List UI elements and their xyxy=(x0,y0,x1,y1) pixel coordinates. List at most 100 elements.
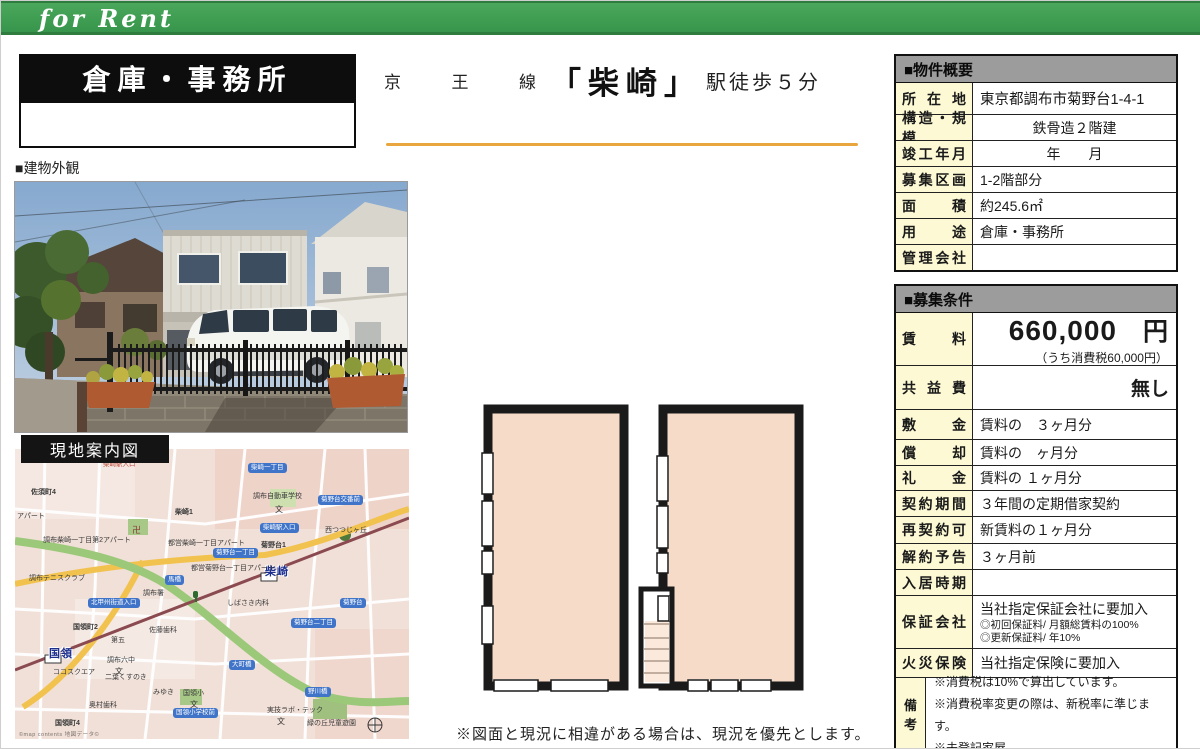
row-value: 賃料の ヶ月分 xyxy=(973,440,1176,465)
row-label: 募集区画 xyxy=(902,170,966,190)
guarantee-row: 保証会社 当社指定保証会社に要加入 ◎初回保証料/ 月額総賃料の100% ◎更新… xyxy=(896,596,1176,649)
row-value: 東京都調布市菊野台1-4-1 xyxy=(973,83,1176,114)
map-station-kokuryo: 国領 xyxy=(49,645,73,661)
school-mark-icon: 文 xyxy=(115,666,123,677)
map-pill: 菊野台 xyxy=(340,598,366,608)
table-row: 面積 約245.6㎡ xyxy=(896,193,1176,219)
row-value: 年 月 xyxy=(973,141,1176,166)
table-row: 敷金 賃料の ３ヶ月分 xyxy=(896,410,1176,440)
drawing-disclaimer: ※図面と現況に相違がある場合は、現況を優先とします。 xyxy=(456,723,871,744)
school-mark-icon: 文 xyxy=(190,699,198,710)
map-label: 佐藤歯科 xyxy=(149,627,177,635)
guarantee-main: 当社指定保証会社に要加入 xyxy=(980,599,1169,619)
map-label: 都営菊野台一丁目アパート xyxy=(191,565,275,573)
row-value: 倉庫・事務所 xyxy=(973,219,1176,244)
map-label: 第五 xyxy=(111,637,125,645)
map-label: ココスクエア xyxy=(53,669,95,677)
row-value: 賃料の ３ヶ月分 xyxy=(973,410,1176,439)
map-copyright: ©map contents 地図データ© xyxy=(19,730,99,738)
row-label: 再契約可 xyxy=(902,520,966,540)
row-label: 面積 xyxy=(902,196,966,216)
map-section-tag: 現地案内図 xyxy=(21,435,169,463)
map-label: みゆき xyxy=(153,689,174,697)
note-line: ※消費税率変更の際は、新税率に準じます。 xyxy=(934,693,1168,737)
temple-mark-icon: 卍 xyxy=(132,523,141,536)
table-row: 共益費 無し xyxy=(896,366,1176,410)
map-label: 調布柴崎一丁目第2アパート xyxy=(41,537,133,545)
rent-tax-note: （うち消費税60,000円） xyxy=(1035,349,1168,366)
map-pill: 菊野台一丁目 xyxy=(213,548,258,558)
map-label: 国領小 xyxy=(183,690,204,698)
property-type-label: 倉庫・事務所 xyxy=(82,58,292,98)
row-label: 償却 xyxy=(902,443,966,463)
details-column: ■物件概要 所在地 東京都調布市菊野台1-4-1 構造・規模 鉄骨造２階建 竣工… xyxy=(894,54,1178,749)
area-map: 柴崎 国領 柴崎一丁目 菊野台交番前 柴崎駅入口 菊野台一丁目 北甲州街道入口 … xyxy=(15,449,409,739)
exterior-section-label: ■建物外観 xyxy=(15,158,79,178)
map-pill: 菊野台二丁目 xyxy=(291,618,336,628)
row-value: ３年間の定期借家契約 xyxy=(973,491,1176,516)
table-row: 竣工年月 年 月 xyxy=(896,141,1176,167)
row-value: ３ヶ月前 xyxy=(973,544,1176,569)
map-pill: 北甲州街道入口 xyxy=(88,598,140,608)
orange-divider xyxy=(386,143,858,146)
map-pill: 野川橋 xyxy=(305,687,331,697)
row-value: 鉄骨造２階建 xyxy=(973,115,1176,140)
row-label: 解約予告 xyxy=(902,547,966,567)
row-label: 所在地 xyxy=(902,89,966,109)
row-label: 礼金 xyxy=(902,468,966,488)
table-row: 募集区画 1-2階部分 xyxy=(896,167,1176,193)
table-row: 用途 倉庫・事務所 xyxy=(896,219,1176,245)
overview-header: ■物件概要 xyxy=(896,56,1176,83)
table-row: 償却 賃料の ヶ月分 xyxy=(896,440,1176,466)
map-pill: 柴崎一丁目 xyxy=(248,463,287,473)
rent-row: 賃料 660,000 円 （うち消費税60,000円） xyxy=(896,313,1176,366)
map-label: 調布署 xyxy=(143,590,164,598)
map-label: 西つつじヶ丘 xyxy=(325,527,367,535)
guarantee-sub1: ◎初回保証料/ 月額総賃料の100% xyxy=(980,619,1169,632)
for-rent-label: for Rent xyxy=(39,4,174,33)
row-label: 竣工年月 xyxy=(902,144,966,164)
map-pill: 柴崎駅入口 xyxy=(260,523,299,533)
map-label: 実技ラボ・テック xyxy=(267,707,323,715)
property-marker-icon xyxy=(191,591,200,602)
property-overview-table: ■物件概要 所在地 東京都調布市菊野台1-4-1 構造・規模 鉄骨造２階建 竣工… xyxy=(894,54,1178,272)
notes-row: 備考 ※消費税は10%で算出しています。 ※消費税率変更の際は、新税率に準じます… xyxy=(896,678,1176,749)
map-base-illustration xyxy=(15,449,409,739)
property-type-box: 倉庫・事務所 xyxy=(19,54,356,101)
map-label: 二葉くすのき xyxy=(105,674,147,682)
map-label: 緑の丘児童遊園 xyxy=(307,720,356,728)
map-label: 都営柴崎一丁目アパート xyxy=(168,540,245,548)
row-value: 1-2階部分 xyxy=(973,167,1176,192)
map-label: 菊野台1 xyxy=(261,542,286,550)
building-photo xyxy=(14,181,408,433)
table-row: 入居時期 xyxy=(896,570,1176,596)
station-name: 「柴崎」 xyxy=(550,58,702,103)
rent-amount: 660,000 xyxy=(1009,315,1117,347)
row-label: 敷金 xyxy=(902,415,966,435)
map-pill: 大町橋 xyxy=(229,660,255,670)
map-label: 調布六中 xyxy=(107,657,135,665)
map-label: 奥村歯科 xyxy=(89,702,117,710)
row-label: 入居時期 xyxy=(902,573,966,593)
flyer-page: for Rent 倉庫・事務所 京王線 「柴崎」 駅徒歩５分 ■建物外観 xyxy=(0,0,1200,749)
for-rent-banner: for Rent xyxy=(1,1,1200,35)
notes-label: 備考 xyxy=(896,678,926,749)
walk-minutes: 駅徒歩５分 xyxy=(706,66,821,95)
map-section-label: 現地案内図 xyxy=(50,437,140,461)
row-value xyxy=(973,570,1176,595)
map-pill: 馬橋 xyxy=(165,575,184,585)
station-access-line: 京王線 「柴崎」 駅徒歩５分 xyxy=(384,58,870,103)
table-row: 解約予告 ３ヶ月前 xyxy=(896,544,1176,570)
row-label: 賃料 xyxy=(902,329,966,349)
map-label: 調布テニスクラブ xyxy=(29,575,85,583)
map-label: 国領町4 xyxy=(55,720,80,728)
map-label: アパート xyxy=(17,513,45,521)
map-label: 柴崎1 xyxy=(175,509,193,517)
conditions-header: ■募集条件 xyxy=(896,286,1176,313)
table-row: 礼金 賃料の １ヶ月分 xyxy=(896,466,1176,491)
row-value: 約245.6㎡ xyxy=(973,193,1176,218)
row-value: 無し xyxy=(973,366,1176,409)
row-value: 新賃料の１ヶ月分 xyxy=(973,517,1176,543)
row-label: 共益費 xyxy=(902,378,966,398)
table-row: 管理会社 xyxy=(896,245,1176,270)
